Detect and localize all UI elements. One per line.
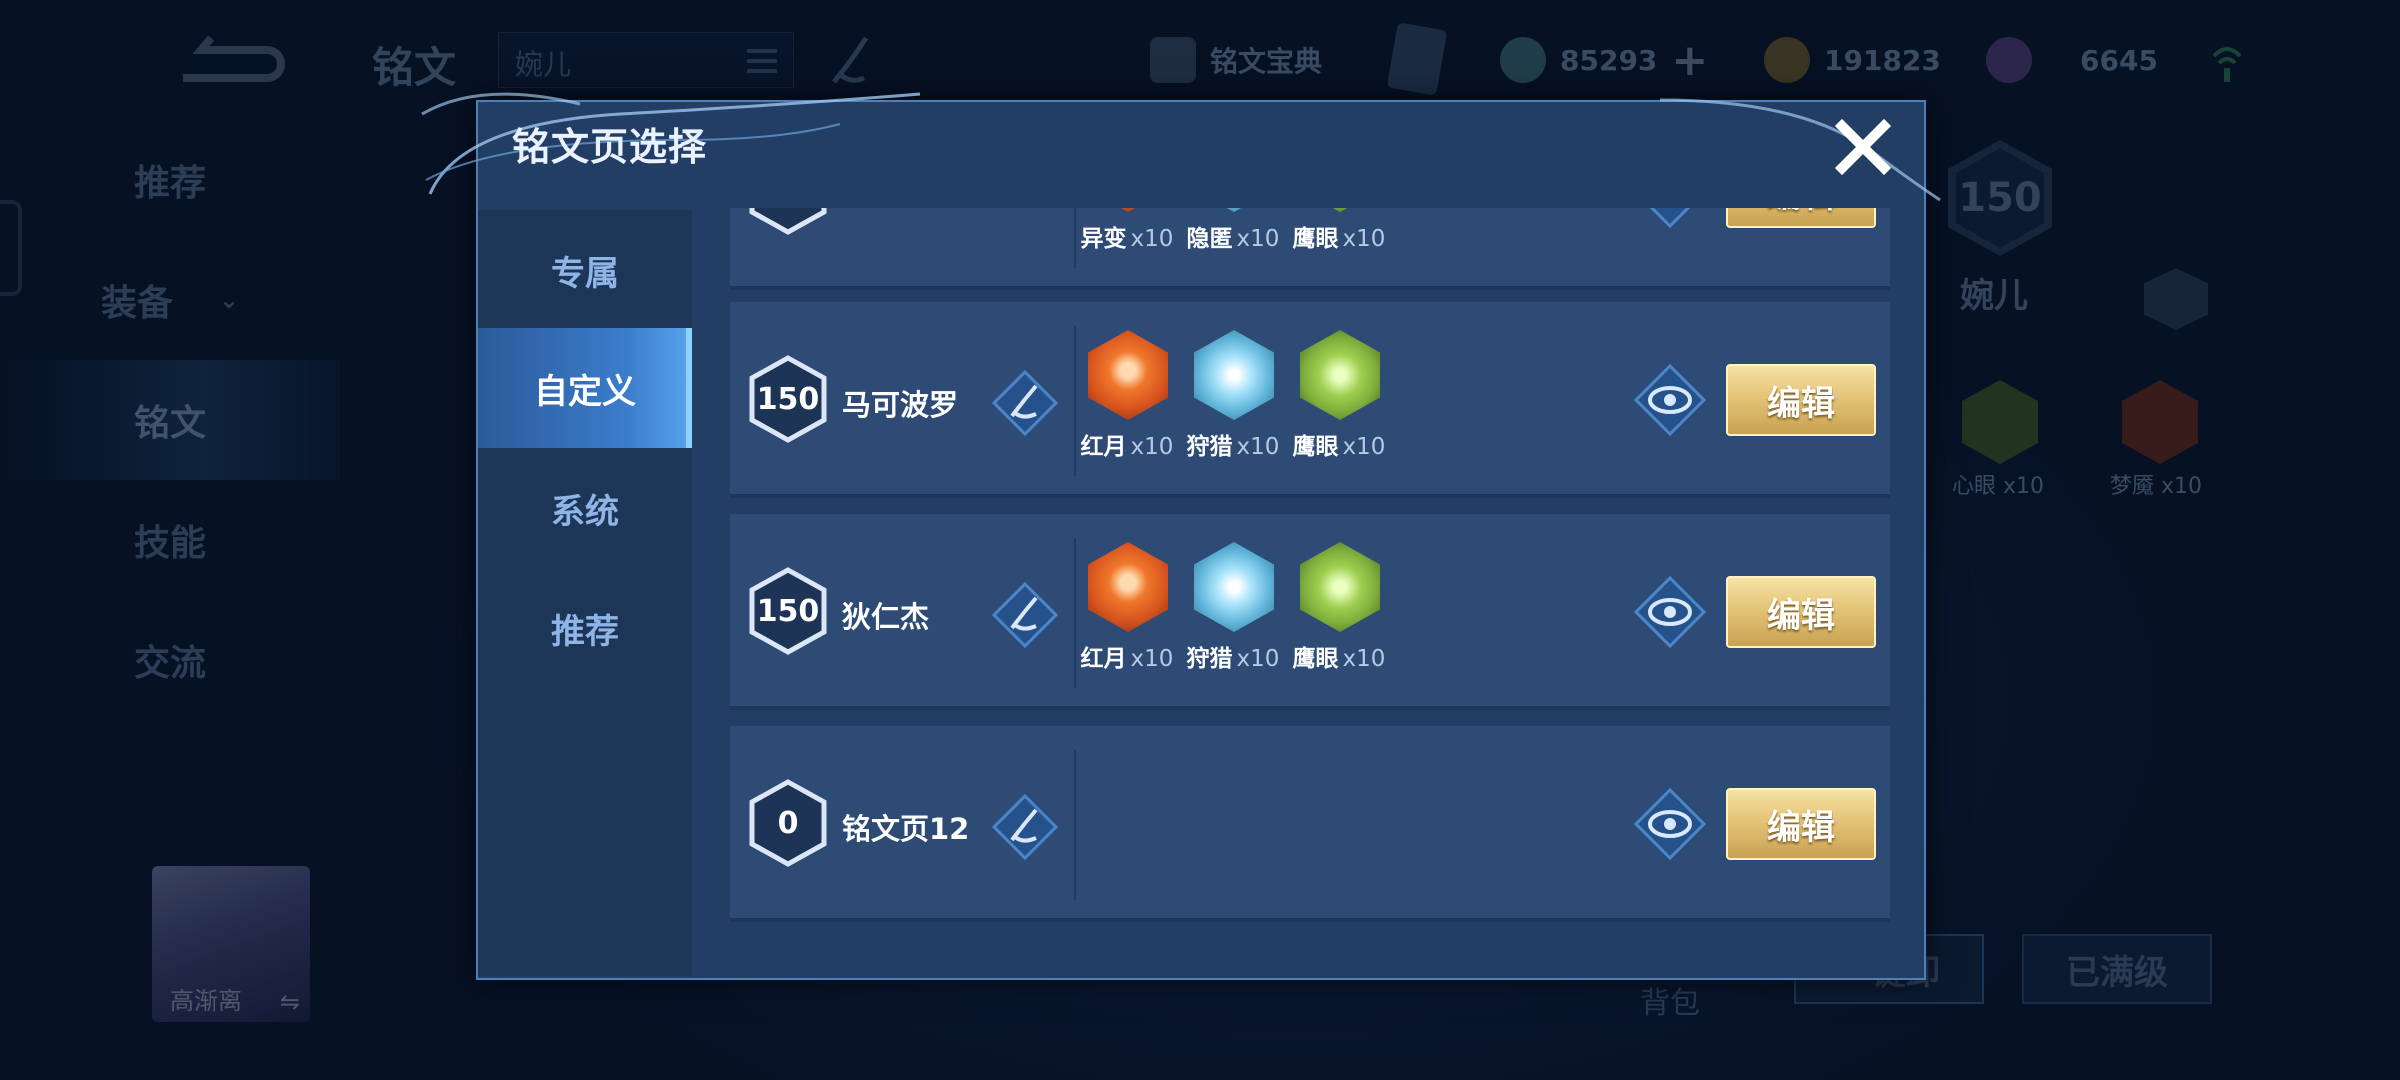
level-value: 150	[756, 593, 820, 629]
rune-gem-icon	[1194, 208, 1274, 212]
rune-gem-icon	[1300, 330, 1380, 420]
rune-page-list: 异变x10 隐匿x10 鹰眼x10 编辑 150 马可波罗 红月x10	[730, 208, 1890, 928]
rune-label: 隐匿 x10	[1180, 219, 1286, 253]
rune-list: 红月 x10 狩猎 x10 鹰眼 x10	[1074, 324, 1392, 484]
rune-item: 鹰眼 x10	[1286, 208, 1392, 276]
rune-count: x10	[1342, 434, 1386, 460]
page-name: 马可波罗	[842, 388, 959, 422]
level-badge: 150	[748, 354, 828, 444]
rune-count: x10	[1236, 646, 1280, 672]
edit-button[interactable]: 编辑	[1726, 788, 1876, 860]
rune-list: 红月 x10 狩猎 x10 鹰眼 x10	[1074, 536, 1392, 696]
rune-name: 隐匿	[1186, 226, 1233, 252]
rune-count: x10	[1342, 646, 1386, 672]
rune-item: 红月 x10	[1074, 324, 1180, 484]
eye-icon[interactable]	[1634, 788, 1706, 860]
rune-item: 红月 x10	[1074, 536, 1180, 696]
quill-icon[interactable]	[992, 370, 1058, 436]
rune-label: 狩猎 x10	[1180, 639, 1286, 673]
rune-name: 鹰眼	[1292, 434, 1339, 460]
edit-button[interactable]: 编辑	[1726, 364, 1876, 436]
rune-item: 异变 x10	[1074, 208, 1180, 276]
rune-gem-icon	[1300, 208, 1380, 212]
list-item[interactable]: 0 铭文页12 编辑	[730, 726, 1890, 922]
rune-name: 红月	[1080, 434, 1127, 460]
list-item[interactable]: 150 狄仁杰 红月 x10 狩猎 x10 鹰眼 x10 编辑	[730, 514, 1890, 710]
rune-gem-icon	[1088, 208, 1168, 212]
modal-title: 铭文页选择	[512, 125, 708, 169]
rune-gem-icon	[1088, 542, 1168, 632]
rune-count: x10	[1130, 434, 1174, 460]
tab-custom[interactable]: 自定义	[478, 328, 692, 448]
rune-name: 异变	[1080, 226, 1127, 252]
rune-list: 异变 x10 隐匿 x10 鹰眼 x10	[1074, 208, 1392, 276]
rune-label: 异变 x10	[1074, 219, 1180, 253]
eye-icon[interactable]	[1634, 364, 1706, 436]
rune-label: 鹰眼 x10	[1286, 427, 1392, 461]
rune-name: 狩猎	[1186, 646, 1233, 672]
list-item[interactable]: 150 马可波罗 红月 x10 狩猎 x10 鹰眼 x10 编辑	[730, 302, 1890, 498]
rune-name: 鹰眼	[1292, 646, 1339, 672]
rune-label: 红月 x10	[1074, 427, 1180, 461]
rune-name: 狩猎	[1186, 434, 1233, 460]
rune-item: 狩猎 x10	[1180, 536, 1286, 696]
rune-item: 鹰眼 x10	[1286, 324, 1392, 484]
edit-button[interactable]: 编辑	[1726, 576, 1876, 648]
eye-icon[interactable]	[1634, 576, 1706, 648]
level-value: 150	[756, 381, 820, 417]
rune-gem-icon	[1194, 330, 1274, 420]
rune-label: 鹰眼 x10	[1286, 639, 1392, 673]
rune-count: x10	[1236, 226, 1280, 252]
rune-name: 红月	[1080, 646, 1127, 672]
quill-icon[interactable]	[992, 794, 1058, 860]
rune-item: 狩猎 x10	[1180, 324, 1286, 484]
page-name: 狄仁杰	[842, 600, 930, 634]
rune-item: 鹰眼 x10	[1286, 536, 1392, 696]
rune-count: x10	[1342, 226, 1386, 252]
rune-label: 红月 x10	[1074, 639, 1180, 673]
list-item[interactable]: 异变x10 隐匿x10 鹰眼x10 编辑	[730, 208, 1890, 290]
rune-page-tabs: 专属 自定义 系统 推荐	[478, 210, 692, 976]
tab-recommend[interactable]: 推荐	[478, 568, 692, 688]
rune-label: 鹰眼 x10	[1286, 219, 1392, 253]
tab-system[interactable]: 系统	[478, 448, 692, 568]
edit-button[interactable]: 编辑	[1726, 208, 1876, 228]
page-name: 铭文页12	[842, 812, 970, 846]
rune-item: 隐匿 x10	[1180, 208, 1286, 276]
close-icon[interactable]	[1830, 114, 1896, 180]
rune-gem-icon	[1194, 542, 1274, 632]
level-badge: 150	[748, 566, 828, 656]
level-value: 0	[777, 805, 799, 841]
level-hex-icon	[749, 208, 827, 235]
rune-count: x10	[1236, 434, 1280, 460]
tab-exclusive[interactable]: 专属	[478, 210, 692, 330]
eye-icon[interactable]	[1634, 208, 1706, 228]
rune-name: 鹰眼	[1292, 226, 1339, 252]
divider	[1074, 750, 1076, 900]
quill-icon[interactable]	[992, 582, 1058, 648]
level-badge: 0	[748, 778, 828, 868]
rune-gem-icon	[1300, 542, 1380, 632]
rune-label: 狩猎 x10	[1180, 427, 1286, 461]
rune-count: x10	[1130, 226, 1174, 252]
rune-gem-icon	[1088, 330, 1168, 420]
rune-count: x10	[1130, 646, 1174, 672]
